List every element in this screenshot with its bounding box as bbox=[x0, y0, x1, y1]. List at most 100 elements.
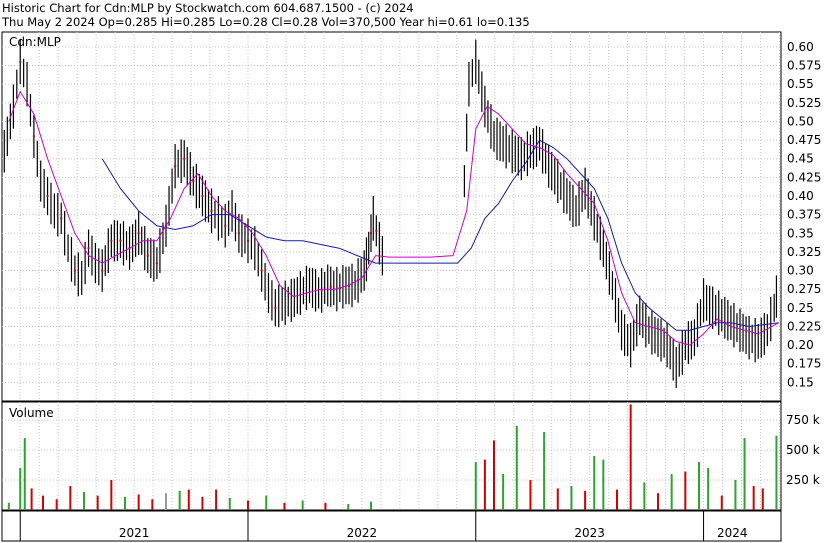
volume-bar bbox=[493, 440, 495, 510]
volume-bar bbox=[474, 462, 477, 510]
price-axis: 0.60 0.575 0.55 0.525 0.50 0.475 0.45 0.425 0.40… bbox=[787, 40, 821, 389]
volume-bar bbox=[201, 496, 204, 510]
x-axis-year-label: 2024 bbox=[717, 526, 748, 540]
volume-bar bbox=[42, 495, 44, 510]
price-marker bbox=[375, 229, 378, 232]
price-y-tick-label: 0.525 bbox=[787, 96, 821, 110]
x-axis: 2021 2022 2023 2024 bbox=[19, 511, 748, 541]
volume-y-tick-label: 250 k bbox=[786, 473, 820, 487]
price-marker bbox=[101, 269, 104, 272]
price-y-tick-label: 0.175 bbox=[787, 357, 821, 371]
volume-axis: 750 k 500 k 250 k bbox=[786, 413, 820, 487]
price-marker bbox=[260, 269, 263, 272]
volume-bar bbox=[265, 495, 268, 510]
volume-bar bbox=[370, 501, 372, 510]
volume-bar bbox=[165, 493, 167, 510]
chart-canvas: 0.60 0.575 0.55 0.525 0.50 0.475 0.45 0.425 0.40… bbox=[1, 31, 821, 542]
volume-bar bbox=[55, 499, 58, 510]
volume-bar bbox=[187, 489, 190, 510]
x-axis-year-label: 2023 bbox=[574, 526, 605, 540]
volume-bar bbox=[283, 502, 286, 510]
price-y-tick-label: 0.575 bbox=[787, 59, 821, 73]
price-marker bbox=[192, 180, 195, 183]
price-marker bbox=[19, 60, 22, 63]
volume-bar bbox=[83, 492, 85, 510]
volume-y-tick-label: 500 k bbox=[786, 443, 820, 457]
quote-summary: Thu May 2 2024 Op=0.285 Hi=0.285 Lo=0.28… bbox=[2, 15, 530, 29]
volume-bar bbox=[556, 488, 559, 510]
price-y-tick-label: 0.25 bbox=[787, 301, 814, 315]
price-marker bbox=[329, 285, 332, 288]
volume-bar bbox=[775, 435, 778, 510]
price-marker bbox=[87, 247, 90, 250]
volume-bar bbox=[301, 500, 304, 510]
volume-y-tick-label: 750 k bbox=[786, 413, 820, 427]
price-y-tick-label: 0.20 bbox=[787, 338, 814, 352]
volume-bar bbox=[698, 462, 700, 510]
volume-bar bbox=[734, 480, 737, 510]
price-y-tick-label: 0.55 bbox=[787, 77, 814, 91]
volume-bar bbox=[743, 438, 746, 510]
volume-bar bbox=[616, 489, 618, 510]
volume-bar bbox=[30, 488, 33, 510]
price-marker bbox=[155, 262, 158, 265]
moving-average-short-line bbox=[8, 90, 779, 346]
price-marker bbox=[201, 195, 204, 197]
price-marker bbox=[119, 239, 122, 242]
volume-bar bbox=[684, 471, 687, 510]
volume-bar bbox=[7, 502, 10, 510]
price-y-tick-label: 0.325 bbox=[787, 245, 821, 259]
volume-bar bbox=[96, 495, 99, 510]
volume-bar bbox=[19, 468, 22, 510]
price-marker bbox=[370, 232, 372, 235]
price-marker bbox=[110, 239, 113, 242]
volume-panel-frame bbox=[1, 401, 782, 511]
price-marker bbox=[73, 269, 76, 272]
volume-bar bbox=[643, 482, 646, 510]
volume-bar bbox=[670, 474, 673, 510]
x-axis-year-label: 2021 bbox=[119, 526, 150, 540]
x-axis-year-label: 2022 bbox=[347, 526, 378, 540]
price-marker bbox=[60, 217, 63, 220]
price-marker bbox=[247, 239, 249, 242]
price-marker bbox=[174, 165, 177, 168]
price-series bbox=[3, 39, 779, 389]
price-y-tick-label: 0.60 bbox=[787, 40, 814, 54]
volume-bar bbox=[570, 486, 573, 510]
price-y-tick-label: 0.375 bbox=[787, 208, 821, 222]
volume-grid bbox=[2, 402, 781, 510]
volume-bar bbox=[178, 490, 181, 510]
volume-bar bbox=[228, 498, 231, 510]
volume-bar bbox=[151, 499, 154, 510]
volume-bar bbox=[247, 500, 249, 510]
price-marker bbox=[320, 289, 323, 292]
price-marker bbox=[274, 306, 277, 309]
price-marker bbox=[137, 232, 140, 235]
price-y-tick-label: 0.425 bbox=[787, 170, 821, 184]
volume-bar bbox=[657, 493, 659, 510]
volume-panel-title: Volume bbox=[9, 406, 54, 420]
volume-bar bbox=[215, 489, 218, 510]
price-y-tick-label: 0.475 bbox=[787, 133, 821, 147]
volume-bar bbox=[629, 404, 632, 510]
volume-bar bbox=[602, 459, 605, 510]
volume-bar bbox=[110, 480, 113, 510]
price-y-tick-label: 0.45 bbox=[787, 152, 814, 166]
price-y-tick-label: 0.40 bbox=[787, 189, 814, 203]
moving-average-long-line bbox=[101, 139, 779, 331]
volume-bar bbox=[137, 494, 140, 510]
volume-bar bbox=[515, 426, 518, 510]
volume-bar bbox=[23, 438, 26, 510]
volume-bar bbox=[761, 488, 764, 510]
volume-bar bbox=[69, 486, 72, 510]
volume-bar bbox=[707, 468, 710, 510]
volume-bar bbox=[720, 495, 723, 510]
volume-bar bbox=[347, 504, 350, 510]
volume-bar bbox=[543, 432, 546, 510]
price-marker bbox=[32, 135, 35, 138]
price-y-tick-label: 0.15 bbox=[787, 375, 814, 389]
price-y-tick-label: 0.225 bbox=[787, 319, 821, 333]
volume-bar bbox=[529, 480, 532, 510]
price-y-tick-label: 0.275 bbox=[787, 282, 821, 296]
price-y-tick-label: 0.50 bbox=[787, 114, 814, 128]
